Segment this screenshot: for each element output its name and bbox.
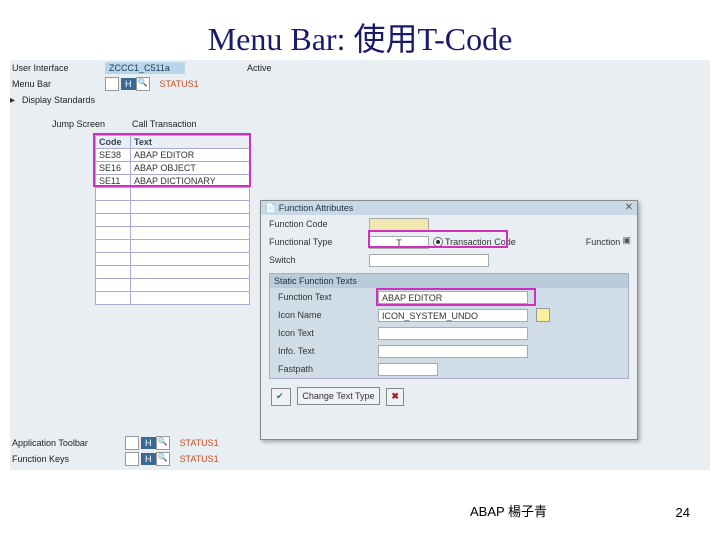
tree-toggle-icon[interactable]: ▸	[10, 95, 20, 106]
expand-button-3[interactable]	[125, 452, 139, 466]
app-toolbar-value: STATUS1	[180, 438, 219, 448]
functional-type-label: Functional Type	[269, 237, 369, 247]
dialog-title-bar: 📄 Function Attributes ✕	[261, 201, 637, 215]
user-interface-label: User Interface	[10, 63, 105, 73]
ok-button[interactable]: ✔	[271, 388, 291, 406]
function-keys-label: Function Keys	[10, 454, 125, 464]
icon-name-label: Icon Name	[278, 310, 378, 320]
function-code-label: Function Code	[269, 219, 369, 229]
panel-title: Static Function Texts	[270, 274, 628, 288]
icon-text-label: Icon Text	[278, 328, 378, 338]
toolbar-icon[interactable]: H	[141, 437, 156, 449]
switch-field[interactable]	[369, 254, 489, 267]
menu-bar-icon[interactable]: H	[121, 78, 136, 90]
search-button-3[interactable]: 🔍	[156, 452, 170, 466]
highlight-box-table	[93, 133, 251, 187]
status-name: STATUS1	[160, 79, 199, 89]
user-interface-value: ZCCC1_C511a	[105, 62, 185, 74]
function-text-label: Function Text	[278, 292, 378, 302]
footer-author: ABAP 楊子青	[470, 501, 547, 520]
call-transaction-label: Call Transaction	[130, 119, 230, 129]
page-number: 24	[676, 505, 690, 520]
slide-title: Menu Bar: 使用T-Code	[0, 0, 720, 60]
status-active: Active	[245, 63, 305, 73]
jump-screen-label: Jump Screen	[50, 119, 130, 129]
fastpath-label: Fastpath	[278, 364, 378, 374]
close-icon[interactable]: ✕	[625, 202, 633, 213]
sap-screenshot: User Interface ZCCC1_C511a Active Menu B…	[10, 60, 710, 470]
menu-bar-label: Menu Bar	[10, 79, 105, 89]
expand-button-2[interactable]	[125, 436, 139, 450]
search-button-2[interactable]: 🔍	[156, 436, 170, 450]
info-text-label: Info. Text	[278, 346, 378, 356]
expand-button[interactable]	[105, 77, 119, 91]
function-label: Function	[586, 237, 621, 247]
fkeys-icon[interactable]: H	[141, 453, 156, 465]
highlight-box-functext	[376, 288, 536, 306]
change-text-type-button[interactable]: Change Text Type	[297, 387, 379, 405]
highlight-box-type	[368, 230, 508, 248]
function-keys-value: STATUS1	[180, 454, 219, 464]
app-toolbar-label: Application Toolbar	[10, 438, 125, 448]
display-standards-label: Display Standards	[20, 95, 140, 105]
fastpath-field[interactable]	[378, 363, 438, 376]
cancel-button[interactable]: ✖	[386, 388, 404, 406]
function-code-field[interactable]	[369, 218, 429, 231]
info-text-field[interactable]	[378, 345, 528, 358]
dialog-title: 📄 Function Attributes	[265, 203, 353, 214]
search-button[interactable]: 🔍	[136, 77, 150, 91]
sequence-icon[interactable]: ▣	[622, 235, 631, 246]
icon-name-field[interactable]: ICON_SYSTEM_UNDO	[378, 309, 528, 322]
icon-text-field[interactable]	[378, 327, 528, 340]
icon-preview-button[interactable]	[536, 308, 550, 322]
switch-label: Switch	[269, 255, 369, 265]
